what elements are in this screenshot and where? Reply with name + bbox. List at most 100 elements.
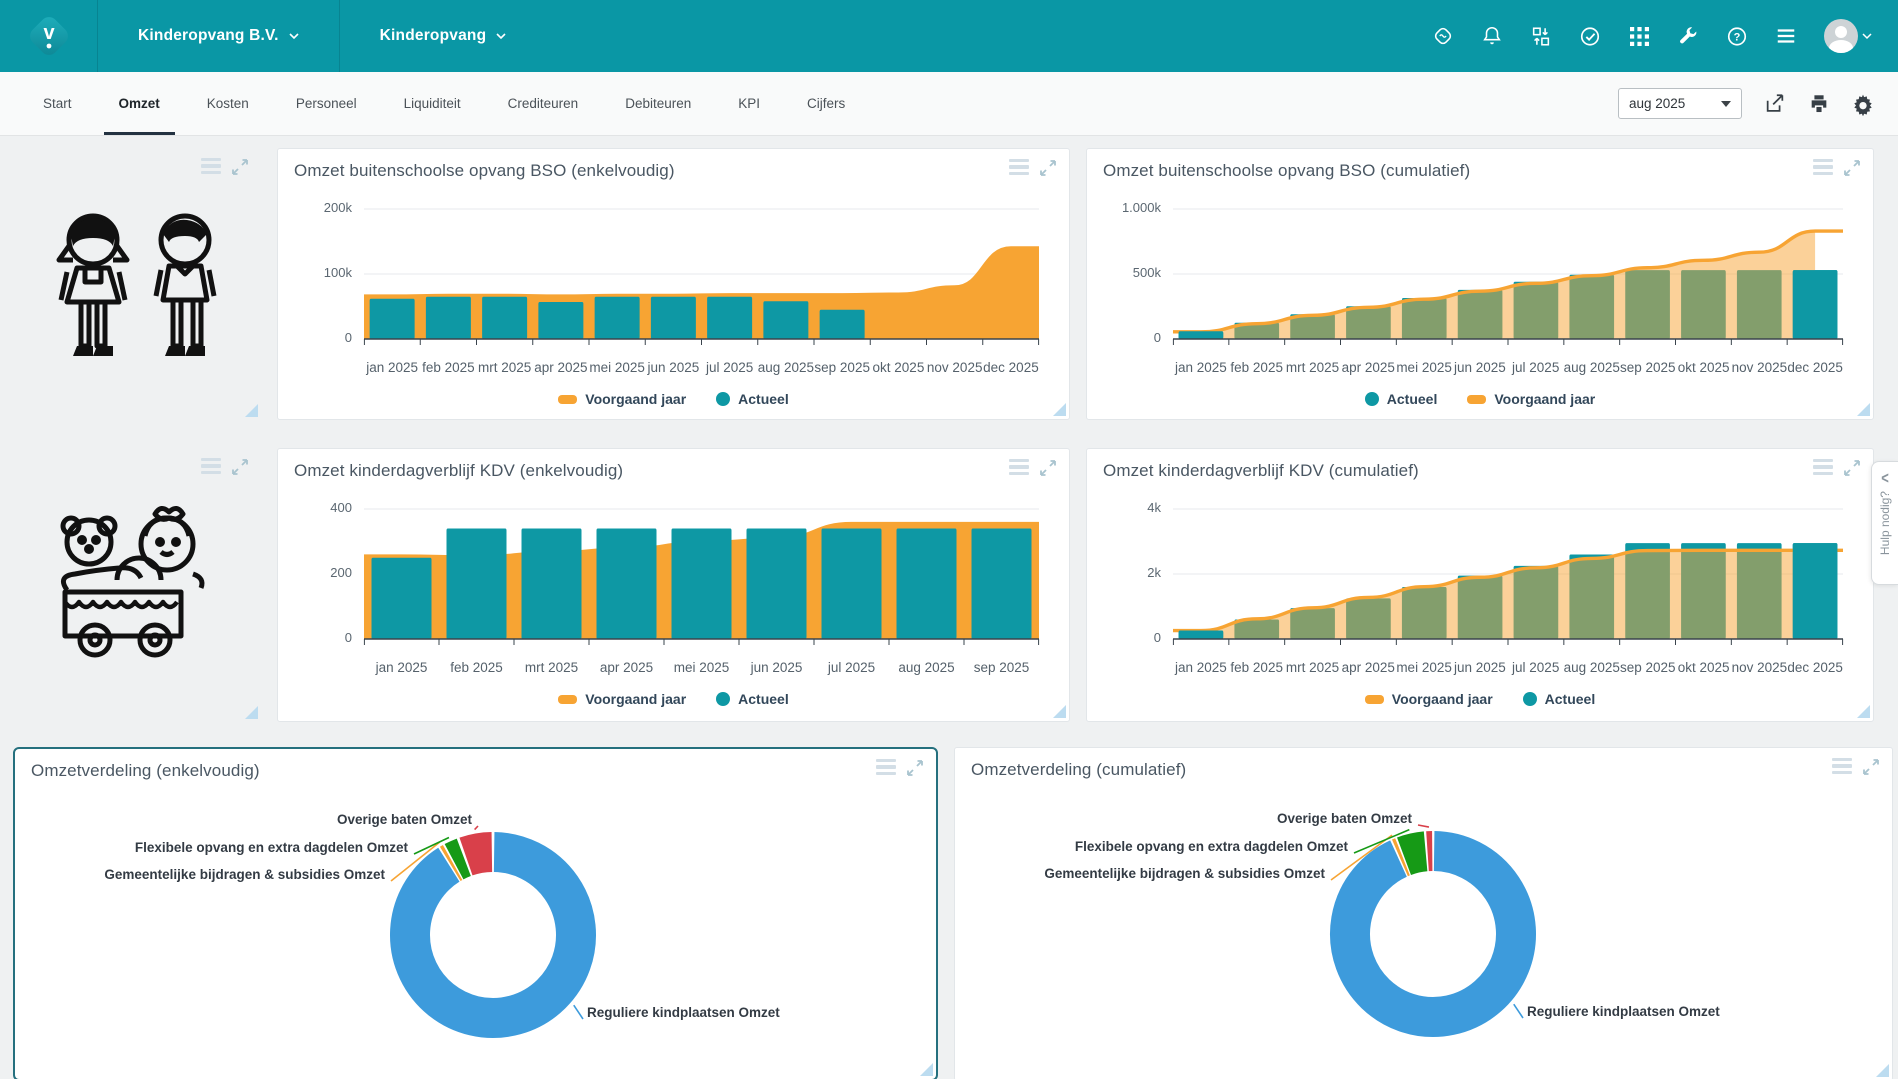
widget-menu-icon[interactable] (876, 759, 896, 775)
legend-item[interactable]: Actueel (1523, 691, 1596, 707)
chart-title: Omzetverdeling (enkelvoudig) (31, 761, 920, 781)
resize-handle[interactable] (1857, 403, 1870, 416)
y-axis-label: 0 (1103, 630, 1161, 645)
widget-menu-icon[interactable] (201, 458, 221, 474)
resize-handle[interactable] (245, 404, 258, 417)
expand-icon[interactable] (1862, 758, 1880, 776)
tab-personeel[interactable]: Personeel (281, 72, 372, 135)
tab-omzet[interactable]: Omzet (104, 72, 175, 135)
x-axis-label: sep 2025 (964, 660, 1039, 675)
share-icon[interactable] (1764, 93, 1786, 115)
expand-icon[interactable] (231, 458, 249, 476)
assistant-icon[interactable] (1432, 25, 1454, 47)
x-axis-label: jan 2025 (1173, 660, 1229, 675)
legend-item[interactable]: Actueel (716, 391, 789, 407)
x-axis-label: nov 2025 (927, 360, 983, 375)
legend-area-marker (1467, 395, 1486, 404)
resize-handle[interactable] (1053, 403, 1066, 416)
x-axis-label: jan 2025 (364, 660, 439, 675)
x-axis-label: dec 2025 (983, 360, 1039, 375)
tab-cijfers[interactable]: Cijfers (792, 72, 860, 135)
expand-icon[interactable] (1039, 159, 1057, 177)
notifications-icon[interactable] (1481, 25, 1503, 47)
chevron-down-icon (289, 31, 299, 41)
legend-item[interactable]: Voorgaand jaar (558, 691, 686, 707)
settings-icon[interactable] (1852, 93, 1874, 115)
apps-icon[interactable] (1628, 25, 1650, 47)
help-tab[interactable]: < Hulp nodig? (1871, 461, 1898, 585)
x-axis-label: mrt 2025 (1285, 360, 1341, 375)
donut-slice-label: Gemeentelijke bijdragen & subsidies Omze… (1044, 866, 1325, 881)
user-menu[interactable] (1824, 19, 1872, 53)
x-axis-label: apr 2025 (1340, 360, 1396, 375)
x-axis-label: jul 2025 (814, 660, 889, 675)
x-axis-label: apr 2025 (589, 660, 664, 675)
period-select[interactable]: aug 2025 (1618, 88, 1742, 119)
legend-item[interactable]: Voorgaand jaar (1365, 691, 1493, 707)
x-axis-label: nov 2025 (1731, 360, 1787, 375)
bar-chart-kdv-single[interactable]: 0200400jan 2025feb 2025mrt 2025apr 2025m… (294, 495, 1053, 707)
widget-toys-illustration (13, 448, 261, 722)
chart-panel-omzetverdeling-cumulative[interactable]: Omzetverdeling (cumulatief) Reguliere ki… (954, 747, 1893, 1079)
help-icon[interactable]: ? (1726, 25, 1748, 47)
donut-slice-label: Reguliere kindplaatsen Omzet (1527, 1004, 1720, 1019)
transactions-icon[interactable] (1530, 25, 1552, 47)
legend-bar-marker (716, 692, 730, 706)
print-icon[interactable] (1808, 93, 1830, 115)
menu-icon[interactable] (1775, 25, 1797, 47)
tab-start[interactable]: Start (28, 72, 87, 135)
tab-liquiditeit[interactable]: Liquiditeit (389, 72, 476, 135)
x-axis-label: okt 2025 (1676, 360, 1732, 375)
chart-panel-kdv-cumulative: Omzet kinderdagverblijf KDV (cumulatief)… (1086, 448, 1874, 722)
y-axis-label: 2k (1103, 565, 1161, 580)
resize-handle[interactable] (920, 1063, 933, 1076)
tab-crediteuren[interactable]: Crediteuren (493, 72, 594, 135)
app-logo[interactable]: v (0, 0, 98, 72)
administration-selector[interactable]: Kinderopvang (340, 0, 547, 72)
legend-label: Actueel (1545, 691, 1596, 707)
bar-chart-bso-single[interactable]: 0100k200kjan 2025feb 2025mrt 2025apr 202… (294, 195, 1053, 407)
expand-icon[interactable] (1843, 159, 1861, 177)
widget-menu-icon[interactable] (1832, 758, 1852, 774)
chart-title: Omzet buitenschoolse opvang BSO (cumulat… (1103, 161, 1857, 181)
x-axis-label: feb 2025 (420, 360, 476, 375)
donut-chart-omzetverdeling-single[interactable]: Reguliere kindplaatsen OmzetGemeentelijk… (31, 795, 920, 1067)
chart-panel-omzetverdeling-single[interactable]: Omzetverdeling (enkelvoudig) Reguliere k… (13, 747, 938, 1079)
expand-icon[interactable] (231, 158, 249, 176)
y-axis-label: 200k (294, 200, 352, 215)
chart-panel-bso-cumulative: Omzet buitenschoolse opvang BSO (cumulat… (1086, 148, 1874, 420)
resize-handle[interactable] (1053, 705, 1066, 718)
bar-chart-bso-cumulative[interactable]: 0500k1.000kjan 2025feb 2025mrt 2025apr 2… (1103, 195, 1857, 407)
resize-handle[interactable] (1857, 705, 1870, 718)
tab-debiteuren[interactable]: Debiteuren (610, 72, 706, 135)
widget-menu-icon[interactable] (1009, 159, 1029, 175)
company-selector[interactable]: Kinderopvang B.V. (98, 0, 340, 72)
legend-item[interactable]: Actueel (1365, 391, 1438, 407)
legend-item[interactable]: Actueel (716, 691, 789, 707)
resize-handle[interactable] (245, 706, 258, 719)
widget-menu-icon[interactable] (201, 158, 221, 174)
tab-kpi[interactable]: KPI (723, 72, 775, 135)
y-axis-label: 400 (294, 500, 352, 515)
tools-icon[interactable] (1677, 25, 1699, 47)
legend-item[interactable]: Voorgaand jaar (1467, 391, 1595, 407)
legend-area-marker (1365, 695, 1384, 704)
tab-kosten[interactable]: Kosten (192, 72, 264, 135)
expand-icon[interactable] (1039, 459, 1057, 477)
donut-chart-omzetverdeling-cumulative[interactable]: Reguliere kindplaatsen Omzet Gemeentelijk… (971, 794, 1876, 1066)
resize-handle[interactable] (1876, 1064, 1889, 1077)
legend-item[interactable]: Voorgaand jaar (558, 391, 686, 407)
company-name: Kinderopvang B.V. (138, 27, 279, 45)
x-axis-label: jun 2025 (645, 360, 701, 375)
x-axis-label: okt 2025 (870, 360, 926, 375)
bar-chart-kdv-cumulative[interactable]: 02k4kjan 2025feb 2025mrt 2025apr 2025mei… (1103, 495, 1857, 707)
chevron-down-icon (1862, 31, 1872, 41)
expand-icon[interactable] (1843, 459, 1861, 477)
y-axis-label: 200 (294, 565, 352, 580)
tasks-icon[interactable] (1579, 25, 1601, 47)
widget-menu-icon[interactable] (1009, 459, 1029, 475)
widget-menu-icon[interactable] (1813, 159, 1833, 175)
widget-menu-icon[interactable] (1813, 459, 1833, 475)
expand-icon[interactable] (906, 759, 924, 777)
app-header: v Kinderopvang B.V. Kinderopvang (0, 0, 1898, 72)
